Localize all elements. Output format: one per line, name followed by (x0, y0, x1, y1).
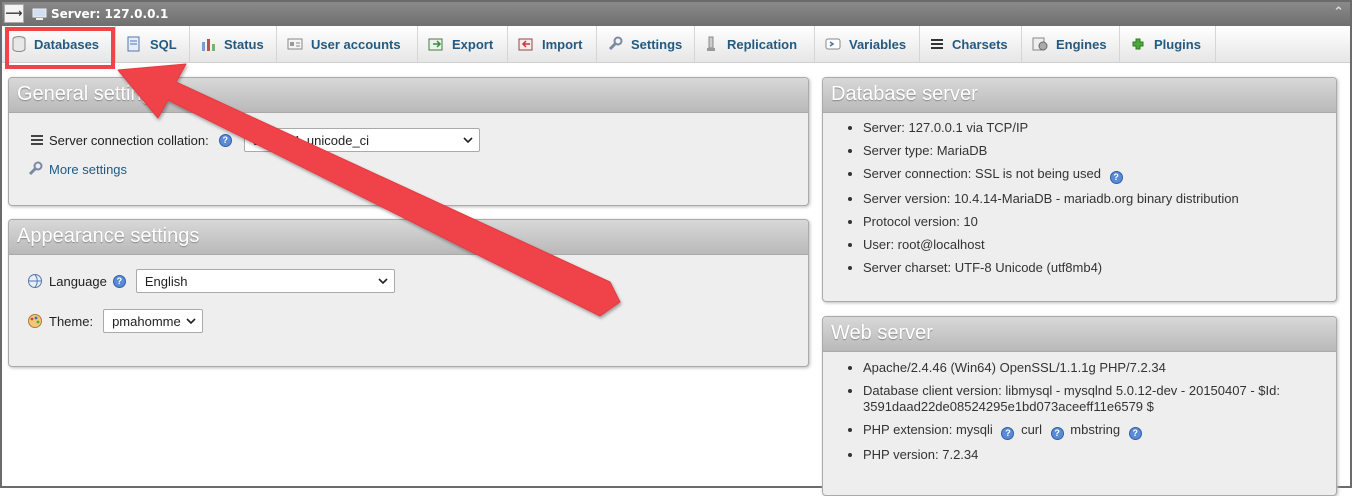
chevron-down-icon (463, 137, 473, 143)
theme-select[interactable]: pmahomme (103, 309, 204, 333)
general-settings-panel: General settings Server connection colla… (8, 77, 809, 206)
tab-label: Databases (34, 36, 100, 52)
wrench-icon (608, 36, 623, 51)
charsets-icon (931, 39, 943, 49)
web-server-panel: Web server Apache/2.4.46 (Win64) OpenSSL… (822, 316, 1337, 496)
sql-icon (127, 36, 140, 52)
list-item: PHP version: 7.2.34 (863, 447, 1336, 463)
wrench-icon (28, 161, 43, 176)
language-value: English (144, 273, 188, 289)
theme-value: pmahomme (112, 313, 181, 329)
theme-icon (28, 314, 42, 328)
tab-label: Import (542, 36, 583, 52)
appearance-settings-panel: Appearance settings Language ? English T… (8, 219, 809, 367)
collation-value: utf8mb4_unicode_ci (252, 132, 370, 148)
language-label: Language (49, 273, 107, 289)
help-icon[interactable]: ? (1109, 171, 1123, 184)
top-menu-tabs: Databases SQL Status User accounts Expor… (2, 26, 1350, 63)
tab-settings[interactable]: Settings (597, 26, 695, 62)
list-item: Apache/2.4.46 (Win64) OpenSSL/1.1.1g PHP… (863, 360, 1336, 376)
help-icon[interactable]: ? (218, 133, 232, 147)
panel-title: Appearance settings (9, 220, 808, 255)
tab-variables[interactable]: Variables (815, 26, 920, 62)
chevron-down-icon (378, 278, 388, 284)
theme-label: Theme: (49, 313, 94, 329)
tab-label: Charsets (952, 36, 1008, 52)
list-item: Server: 127.0.0.1 via TCP/IP (863, 120, 1336, 136)
panel-title: Database server (823, 78, 1336, 113)
server-icon (32, 8, 47, 24)
more-settings-link[interactable]: More settings (49, 162, 127, 177)
tab-label: Replication (727, 36, 798, 52)
web-server-info-list: Apache/2.4.46 (Win64) OpenSSL/1.1.1g PHP… (823, 360, 1336, 463)
replication-icon (707, 36, 715, 51)
tab-plugins[interactable]: Plugins (1120, 26, 1216, 62)
collapse-icon[interactable]: ⌃ (1333, 5, 1344, 20)
panel-title: General settings (9, 78, 808, 113)
tab-user-accounts[interactable]: User accounts (277, 26, 418, 62)
list-item: Server version: 10.4.14-MariaDB - mariad… (863, 191, 1336, 207)
database-icon (12, 36, 26, 52)
help-icon[interactable]: ? (1050, 427, 1064, 440)
language-select[interactable]: English (135, 269, 395, 293)
collation-select[interactable]: utf8mb4_unicode_ci (243, 128, 480, 152)
tab-label: SQL (150, 36, 177, 52)
tab-export[interactable]: Export (418, 26, 508, 62)
engines-icon (1032, 37, 1048, 51)
tab-sql[interactable]: SQL (116, 26, 190, 62)
list-item: Server type: MariaDB (863, 143, 1336, 159)
server-breadcrumb-bar: ⟶ Server: 127.0.0.1 ⌃ (2, 2, 1350, 26)
status-icon (202, 39, 215, 51)
chevron-down-icon (186, 318, 196, 324)
tab-label: Settings (631, 36, 683, 52)
list-item: User: root@localhost (863, 237, 1336, 253)
tab-databases[interactable]: Databases (2, 26, 116, 62)
tab-replication[interactable]: Replication (695, 26, 815, 62)
tab-label: Variables (849, 36, 907, 52)
tab-label: User accounts (311, 36, 401, 52)
plugins-icon (1132, 38, 1144, 50)
tab-label: Status (224, 36, 264, 52)
collation-icon (31, 134, 43, 145)
tab-engines[interactable]: Engines (1022, 26, 1120, 62)
tab-label: Plugins (1154, 36, 1201, 52)
language-icon (28, 274, 42, 288)
tab-status[interactable]: Status (190, 26, 277, 62)
collation-label: Server connection collation: (49, 132, 209, 148)
import-icon (518, 38, 533, 51)
list-item: Protocol version: 10 (863, 214, 1336, 230)
navigation-toggle-icon[interactable]: ⟶ (4, 4, 24, 23)
help-icon[interactable]: ? (112, 274, 126, 288)
variables-icon (825, 38, 841, 50)
list-item: Server charset: UTF-8 Unicode (utf8mb4) (863, 260, 1336, 276)
tab-label: Export (452, 36, 494, 52)
database-server-panel: Database server Server: 127.0.0.1 via TC… (822, 77, 1337, 302)
help-icon[interactable]: ? (1128, 427, 1142, 440)
user-accounts-icon (287, 38, 303, 50)
list-item: Server connection: SSL is not being used… (863, 166, 1336, 184)
list-item: PHP extension: mysqli ? curl ? mbstring … (863, 422, 1336, 440)
tab-label: Engines (1056, 36, 1107, 52)
help-icon[interactable]: ? (1001, 427, 1015, 440)
export-icon (428, 38, 443, 51)
list-item: Database client version: libmysql - mysq… (863, 383, 1336, 415)
tab-charsets[interactable]: Charsets (920, 26, 1022, 62)
tab-import[interactable]: Import (508, 26, 597, 62)
database-server-info-list: Server: 127.0.0.1 via TCP/IP Server type… (823, 120, 1336, 276)
panel-title: Web server (823, 317, 1336, 352)
server-title[interactable]: Server: 127.0.0.1 (51, 7, 168, 21)
